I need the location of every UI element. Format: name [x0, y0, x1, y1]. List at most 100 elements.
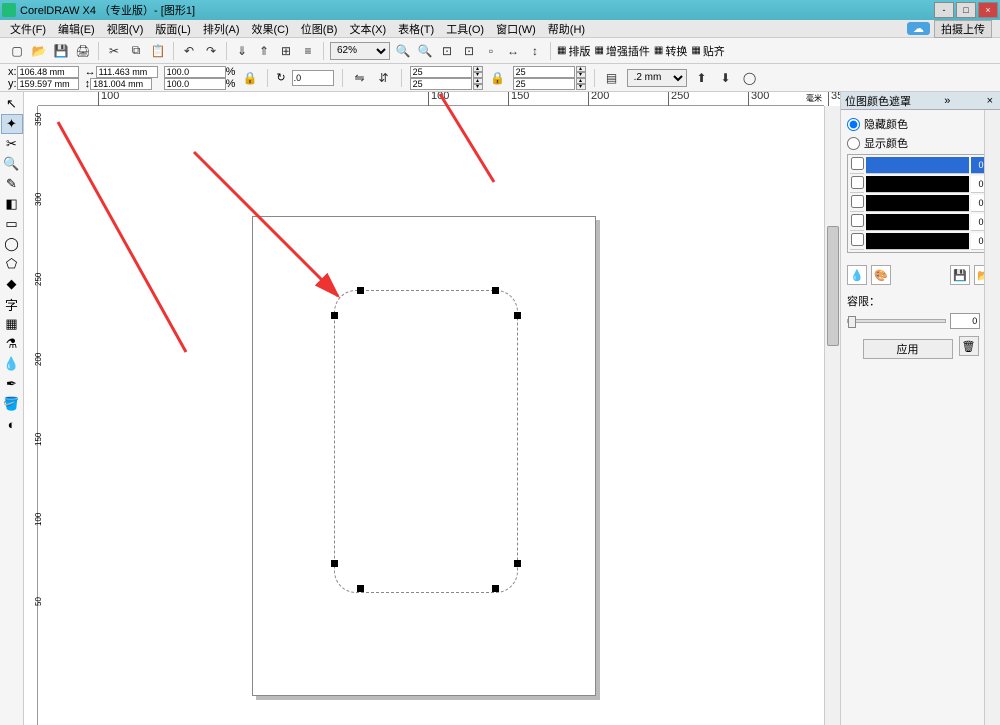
menu-layout[interactable]: 版面(L) [149, 21, 196, 37]
welcome-icon[interactable]: ≡ [299, 42, 317, 60]
polygon-tool[interactable]: ⬠ [1, 254, 23, 274]
mask-row-checkbox[interactable] [851, 157, 864, 170]
handle-bottom[interactable] [357, 585, 364, 592]
mask-swatch[interactable] [866, 176, 969, 193]
cut-icon[interactable]: ✂ [105, 42, 123, 60]
corner-tr-input[interactable] [513, 66, 575, 78]
rectangle-tool[interactable]: ▭ [1, 214, 23, 234]
smart-fill-tool[interactable]: ◧ [1, 194, 23, 214]
menu-window[interactable]: 窗口(W) [490, 21, 542, 37]
hide-color-radio[interactable] [847, 118, 860, 131]
width-input[interactable] [96, 66, 158, 78]
handle-right[interactable] [514, 312, 521, 319]
edit-color-icon[interactable]: 🎨 [871, 265, 891, 285]
mask-swatch[interactable] [866, 214, 969, 231]
menu-table[interactable]: 表格(T) [392, 21, 440, 37]
scale-h-input[interactable] [164, 78, 226, 90]
menu-tools[interactable]: 工具(O) [440, 21, 490, 37]
tolerance-input[interactable] [950, 313, 980, 329]
eyedropper-tool[interactable]: 💧 [1, 354, 23, 374]
save-mask-icon[interactable]: 💾 [950, 265, 970, 285]
export-icon[interactable]: ⇑ [255, 42, 273, 60]
zoom-sel-icon[interactable]: ⊡ [460, 42, 478, 60]
height-input[interactable] [90, 78, 152, 90]
table-tool[interactable]: ▦ [1, 314, 23, 334]
to-front-icon[interactable]: ⬆ [693, 69, 711, 87]
mirror-h-icon[interactable]: ⇋ [351, 69, 369, 87]
interactive-tool[interactable]: ⚗ [1, 334, 23, 354]
maximize-button[interactable]: □ [956, 2, 976, 18]
show-color-radio[interactable] [847, 137, 860, 150]
plugin-button[interactable]: ▦ 增强插件 [594, 43, 649, 59]
freehand-tool[interactable]: ✎ [1, 174, 23, 194]
basic-shapes-tool[interactable]: ◆ [1, 274, 23, 294]
copy-icon[interactable]: ⧉ [127, 42, 145, 60]
docker-title-bar[interactable]: 位图颜色遮罩 » × [841, 92, 1000, 110]
to-back-icon[interactable]: ⬇ [717, 69, 735, 87]
cloud-icon[interactable]: ☁ [907, 22, 930, 35]
menu-text[interactable]: 文本(X) [343, 21, 392, 37]
lock-ratio-icon[interactable]: 🔒 [241, 69, 259, 87]
scroll-thumb[interactable] [827, 226, 839, 346]
docker-menu-icon[interactable]: » [941, 95, 953, 107]
tolerance-slider[interactable] [847, 319, 946, 323]
zoom-tool[interactable]: 🔍 [1, 154, 23, 174]
corner-tl-input[interactable] [410, 66, 472, 78]
outline-width-select[interactable]: .2 mm [627, 69, 687, 87]
menu-file[interactable]: 文件(F) [4, 21, 52, 37]
layout-button[interactable]: ▦ 排版 [557, 43, 590, 59]
new-icon[interactable]: ▢ [8, 42, 26, 60]
rotation-input[interactable] [292, 70, 334, 86]
spin-down-icon[interactable]: ▾ [473, 84, 483, 90]
mask-row-checkbox[interactable] [851, 176, 864, 189]
handle-bottom-left[interactable] [331, 560, 338, 567]
menu-bitmap[interactable]: 位图(B) [295, 21, 344, 37]
paste-icon[interactable]: 📋 [149, 42, 167, 60]
text-tool[interactable]: 字 [1, 294, 23, 314]
convert-button[interactable]: ▦ 转换 [654, 43, 687, 59]
import-icon[interactable]: ⇓ [233, 42, 251, 60]
redo-icon[interactable]: ↷ [202, 42, 220, 60]
zoom-out-icon[interactable]: 🔍 [416, 42, 434, 60]
mask-row-checkbox[interactable] [851, 233, 864, 246]
undo-icon[interactable]: ↶ [180, 42, 198, 60]
menu-edit[interactable]: 编辑(E) [52, 21, 101, 37]
print-icon[interactable]: 🖨 [74, 42, 92, 60]
apply-button[interactable]: 应用 [863, 339, 953, 359]
canvas-area[interactable]: 毫米 100100150200250300350 350300250200150… [24, 92, 840, 725]
shape-tool[interactable]: ✦ [1, 114, 23, 134]
eyedropper-icon[interactable]: 💧 [847, 265, 867, 285]
interactive-fill-tool[interactable]: ◐ [1, 414, 23, 434]
zoom-select[interactable]: 62% [330, 42, 390, 60]
mirror-v-icon[interactable]: ⇵ [375, 69, 393, 87]
rounded-rectangle-shape[interactable] [334, 290, 518, 593]
zoom-height-icon[interactable]: ↕ [526, 42, 544, 60]
corner-br-input[interactable] [513, 78, 575, 90]
handle-top[interactable] [357, 287, 364, 294]
crop-tool[interactable]: ✂ [1, 134, 23, 154]
zoom-all-icon[interactable]: ⊡ [438, 42, 456, 60]
corner-bl-input[interactable] [410, 78, 472, 90]
save-icon[interactable]: 💾 [52, 42, 70, 60]
handle-bottom-right[interactable] [514, 560, 521, 567]
convert-curves-icon[interactable]: ◯ [741, 69, 759, 87]
outline-tool[interactable]: ✒ [1, 374, 23, 394]
menu-help[interactable]: 帮助(H) [542, 21, 591, 37]
mask-row-checkbox[interactable] [851, 214, 864, 227]
handle-bottom-r[interactable] [492, 585, 499, 592]
minimize-button[interactable]: - [934, 2, 954, 18]
open-icon[interactable]: 📂 [30, 42, 48, 60]
app-launch-icon[interactable]: ⊞ [277, 42, 295, 60]
zoom-width-icon[interactable]: ↔ [504, 42, 522, 60]
mask-swatch[interactable] [866, 157, 969, 174]
mask-swatch[interactable] [866, 233, 969, 250]
snap-button[interactable]: ▦ 贴齐 [691, 43, 724, 59]
fill-tool[interactable]: 🪣 [1, 394, 23, 414]
handle-left[interactable] [331, 312, 338, 319]
menu-effects[interactable]: 效果(C) [246, 21, 295, 37]
x-input[interactable] [17, 66, 79, 78]
wrap-text-icon[interactable]: ▤ [603, 69, 621, 87]
y-input[interactable] [17, 78, 79, 90]
corner-lock-icon[interactable]: 🔒 [489, 69, 507, 87]
slider-knob[interactable] [848, 316, 856, 328]
